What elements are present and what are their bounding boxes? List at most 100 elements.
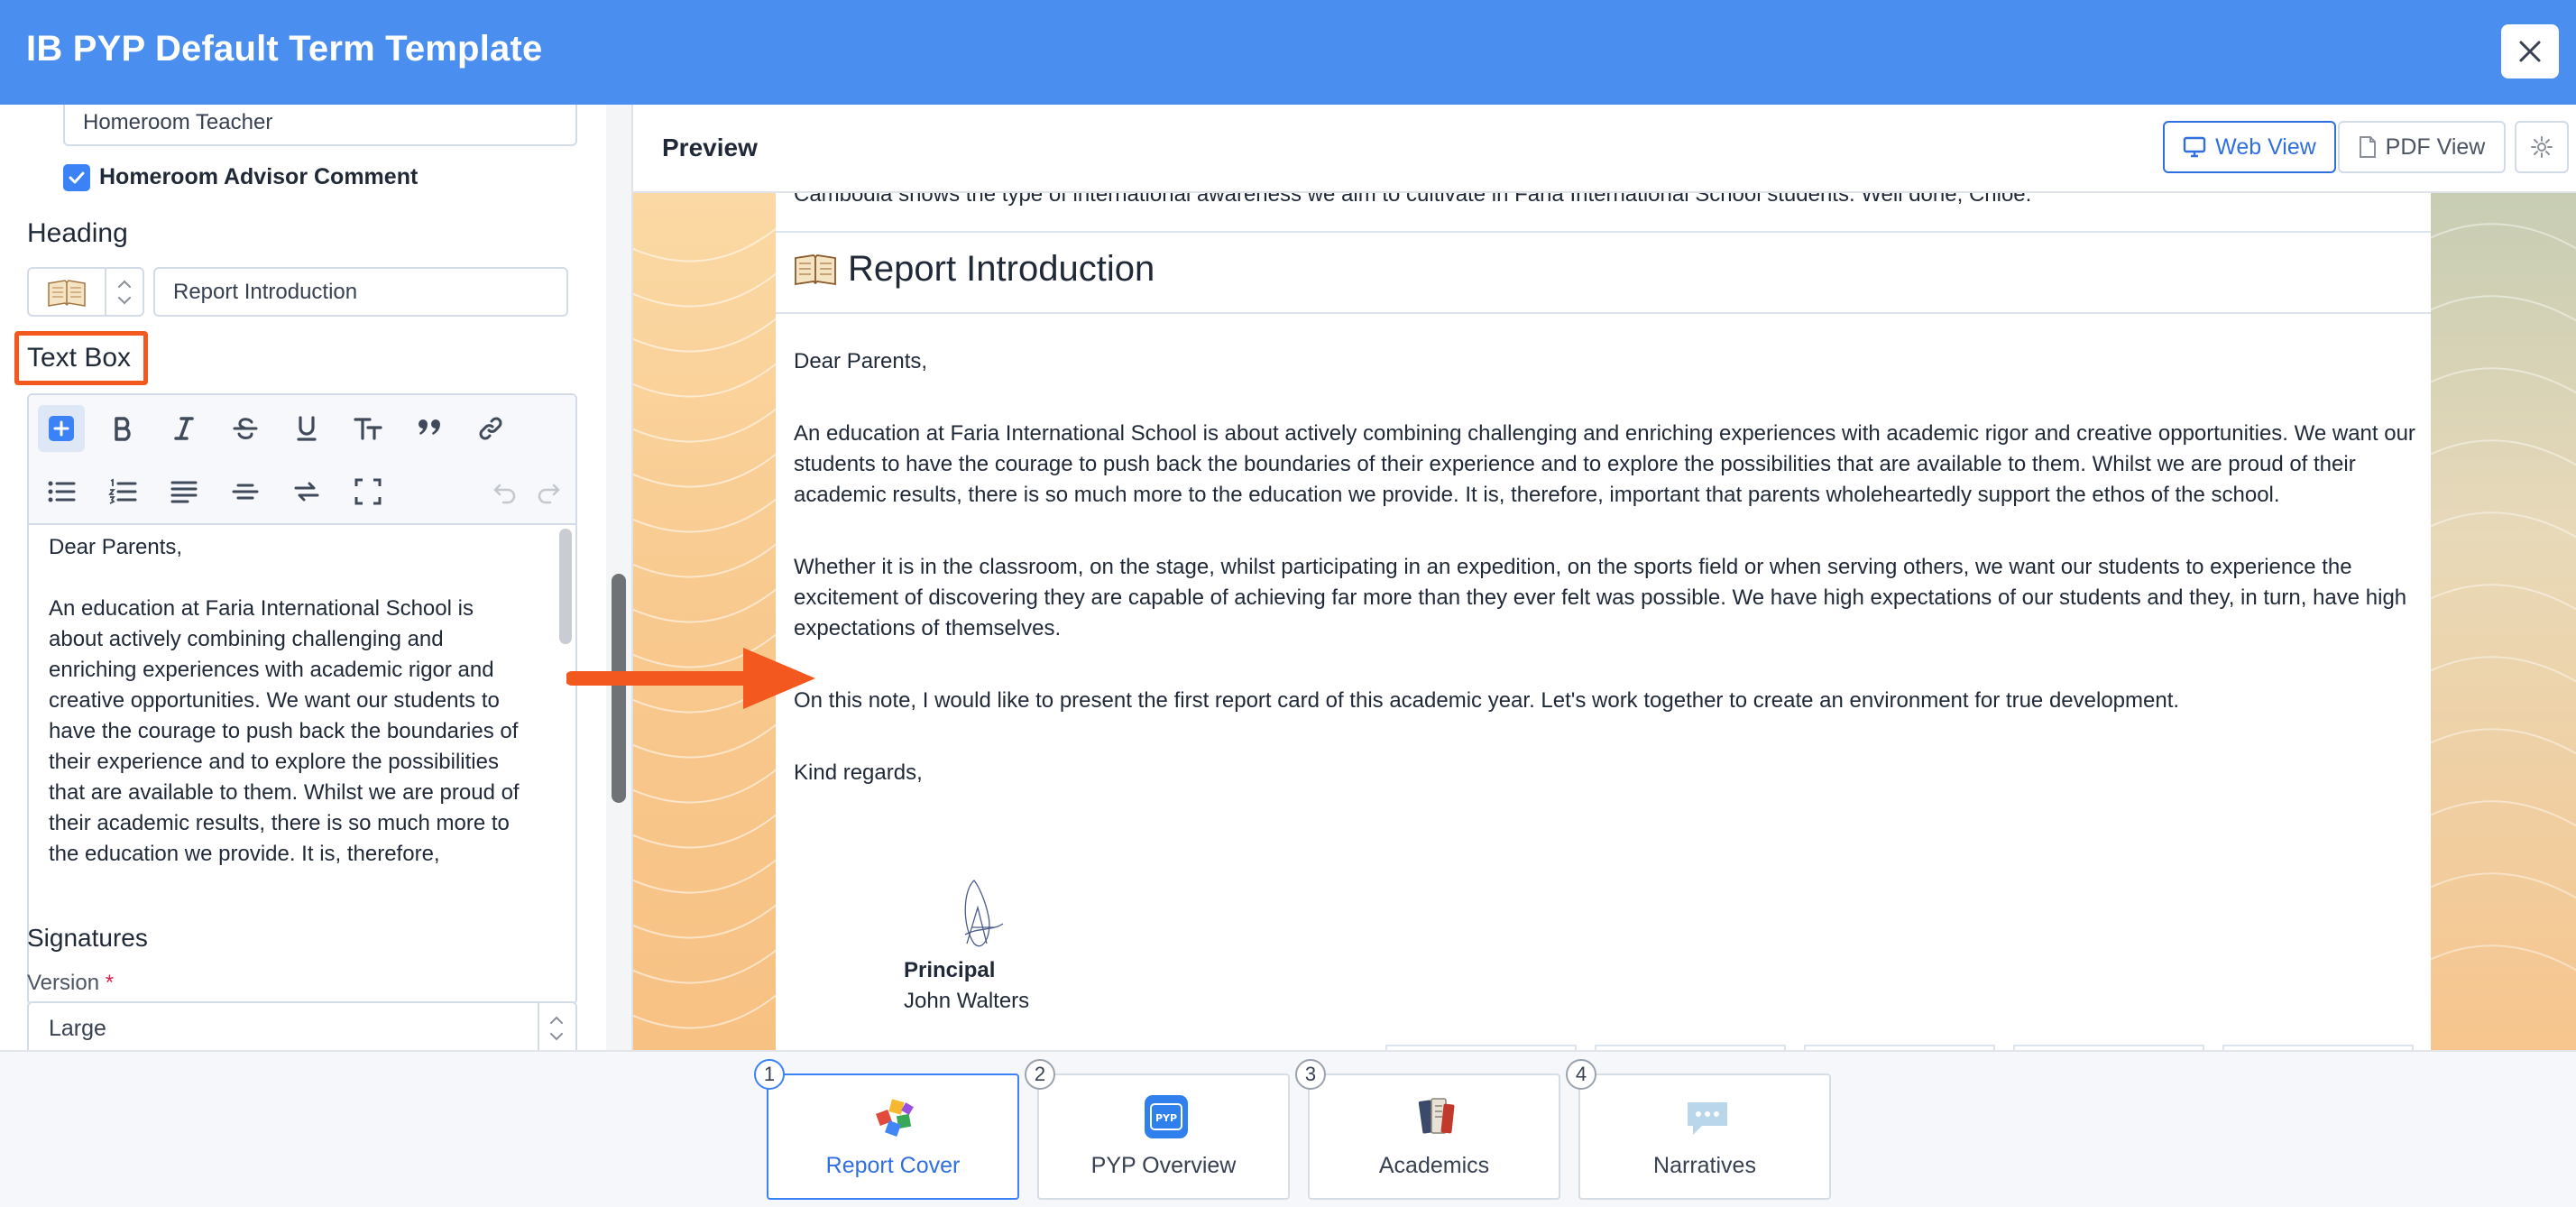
align-button[interactable] xyxy=(161,468,207,515)
step-narratives[interactable]: 4 Narratives xyxy=(1566,1059,1831,1200)
bullet-list-icon xyxy=(48,481,76,502)
editor-paragraph: An education at Faria International Scho… xyxy=(49,596,520,866)
version-select[interactable]: Large xyxy=(27,1001,577,1050)
web-view-button[interactable]: Web View xyxy=(2163,121,2336,173)
version-label: Version * xyxy=(27,971,114,996)
body-paragraph: Kind regards, xyxy=(794,760,923,785)
report-body: Dear Parents, An education at Faria Inte… xyxy=(794,346,2417,830)
italic-icon xyxy=(174,417,194,440)
editor-content[interactable]: Dear Parents, An education at Faria Inte… xyxy=(49,532,527,900)
heading-label: Heading xyxy=(27,218,128,248)
horizontal-rule-icon xyxy=(232,484,259,500)
bold-button[interactable] xyxy=(99,405,146,452)
numbered-list-button[interactable] xyxy=(99,468,146,515)
preview-toolbar: Preview Web View PDF View xyxy=(633,105,2576,193)
quote-icon xyxy=(419,419,440,435)
fullscreen-icon xyxy=(354,478,382,505)
link-button[interactable] xyxy=(467,405,514,452)
pyp-icon: PYP xyxy=(1145,1095,1188,1138)
step-pyp-overview[interactable]: 2 PYP PYP Overview xyxy=(1025,1059,1290,1200)
close-button[interactable] xyxy=(2501,24,2559,78)
report-content: Cambodia shows the type of international… xyxy=(776,193,2431,1050)
step-label: Academics xyxy=(1378,1153,1490,1178)
align-left-icon xyxy=(170,481,198,503)
heading-text-value: Report Introduction xyxy=(173,279,358,304)
rich-text-editor[interactable]: Dear Parents, An education at Faria Inte… xyxy=(27,393,577,1005)
step-academics[interactable]: 3 Academics xyxy=(1295,1059,1560,1200)
text-size-icon xyxy=(354,418,382,440)
checkmark-icon xyxy=(69,171,85,184)
step-label: Narratives xyxy=(1653,1153,1756,1178)
decorative-border-right xyxy=(2431,193,2576,1050)
step-navigation: 1 Report Cover 2 PYP PYP Overview 3 Acad… xyxy=(0,1050,2576,1207)
underline-icon xyxy=(297,416,317,441)
undo-button[interactable] xyxy=(482,468,529,515)
editor-scrollbar[interactable] xyxy=(559,529,572,644)
version-select-spinner[interactable] xyxy=(538,1003,575,1050)
fullscreen-button[interactable] xyxy=(345,468,391,515)
preview-panel: Preview Web View PDF View Cambodia shows… xyxy=(631,105,2576,1050)
add-block-button[interactable] xyxy=(38,405,85,452)
step-number: 2 xyxy=(1025,1059,1055,1090)
numbered-list-icon xyxy=(108,478,137,504)
chevron-updown-icon[interactable] xyxy=(114,272,135,312)
signature-image xyxy=(964,880,1004,947)
horizontal-rule-button[interactable] xyxy=(222,468,269,515)
redo-button[interactable] xyxy=(525,468,572,515)
arrows-icon xyxy=(294,482,319,502)
heading-icon-picker[interactable] xyxy=(27,267,144,317)
monitor-icon xyxy=(2183,136,2206,158)
role-field[interactable]: Homeroom Teacher xyxy=(63,105,577,146)
link-icon xyxy=(479,417,502,440)
preview-title: Preview xyxy=(662,134,758,161)
body-paragraph: Dear Parents, xyxy=(794,349,928,373)
arrow-annotation xyxy=(566,648,815,709)
section-heading: Report Introduction xyxy=(794,249,1155,290)
gear-icon xyxy=(2531,136,2553,158)
puzzle-icon xyxy=(876,1099,914,1137)
body-paragraph: Whether it is in the classroom, on the s… xyxy=(794,555,2407,640)
section-heading-text: Report Introduction xyxy=(848,249,1155,289)
plus-square-icon xyxy=(49,416,74,441)
settings-panel: Homeroom Teacher Homeroom Advisor Commen… xyxy=(0,105,606,1050)
decorative-border-left xyxy=(633,193,776,1050)
divider xyxy=(776,312,2431,314)
step-number: 4 xyxy=(1566,1059,1596,1090)
preview-settings-button[interactable] xyxy=(2515,121,2569,173)
pdf-view-label: PDF View xyxy=(2385,134,2486,160)
pdf-view-button[interactable]: PDF View xyxy=(2338,121,2506,173)
underline-button[interactable] xyxy=(283,405,330,452)
italic-button[interactable] xyxy=(161,405,207,452)
role-field-value: Homeroom Teacher xyxy=(83,110,273,134)
template-title: IB PYP Default Term Template xyxy=(26,29,543,69)
bullet-list-button[interactable] xyxy=(38,468,85,515)
blockquote-button[interactable] xyxy=(406,405,453,452)
step-label: PYP Overview xyxy=(1090,1153,1237,1178)
undo-icon xyxy=(493,484,516,504)
editor-toolbar xyxy=(29,395,575,525)
required-marker: * xyxy=(105,971,115,995)
homeroom-comment-checkbox[interactable] xyxy=(63,164,90,191)
heading-text-input[interactable]: Report Introduction xyxy=(153,267,568,317)
books-icon xyxy=(1418,1098,1455,1134)
signature-role: Principal xyxy=(904,958,996,982)
web-view-label: Web View xyxy=(2215,134,2316,160)
strikethrough-button[interactable] xyxy=(222,405,269,452)
body-paragraph: On this note, I would like to present th… xyxy=(794,688,2180,713)
book-icon xyxy=(48,280,86,307)
step-label: Report Cover xyxy=(825,1153,961,1178)
signatures-label: Signatures xyxy=(27,924,148,952)
clear-format-button[interactable] xyxy=(283,468,330,515)
report-page: Cambodia shows the type of international… xyxy=(633,193,2576,1050)
textbox-label: Text Box xyxy=(27,343,132,373)
pyp-icon-text: PYP xyxy=(1155,1112,1177,1124)
step-number: 3 xyxy=(1295,1059,1326,1090)
version-label-text: Version xyxy=(27,971,100,995)
panel-splitter[interactable] xyxy=(606,105,633,1050)
step-report-cover[interactable]: 1 Report Cover xyxy=(754,1059,1019,1200)
modal-header: IB PYP Default Term Template xyxy=(0,0,2576,105)
text-size-button[interactable] xyxy=(345,405,391,452)
chevron-updown-icon xyxy=(550,1016,563,1041)
version-select-value: Large xyxy=(49,1015,106,1041)
redo-icon xyxy=(538,484,560,504)
